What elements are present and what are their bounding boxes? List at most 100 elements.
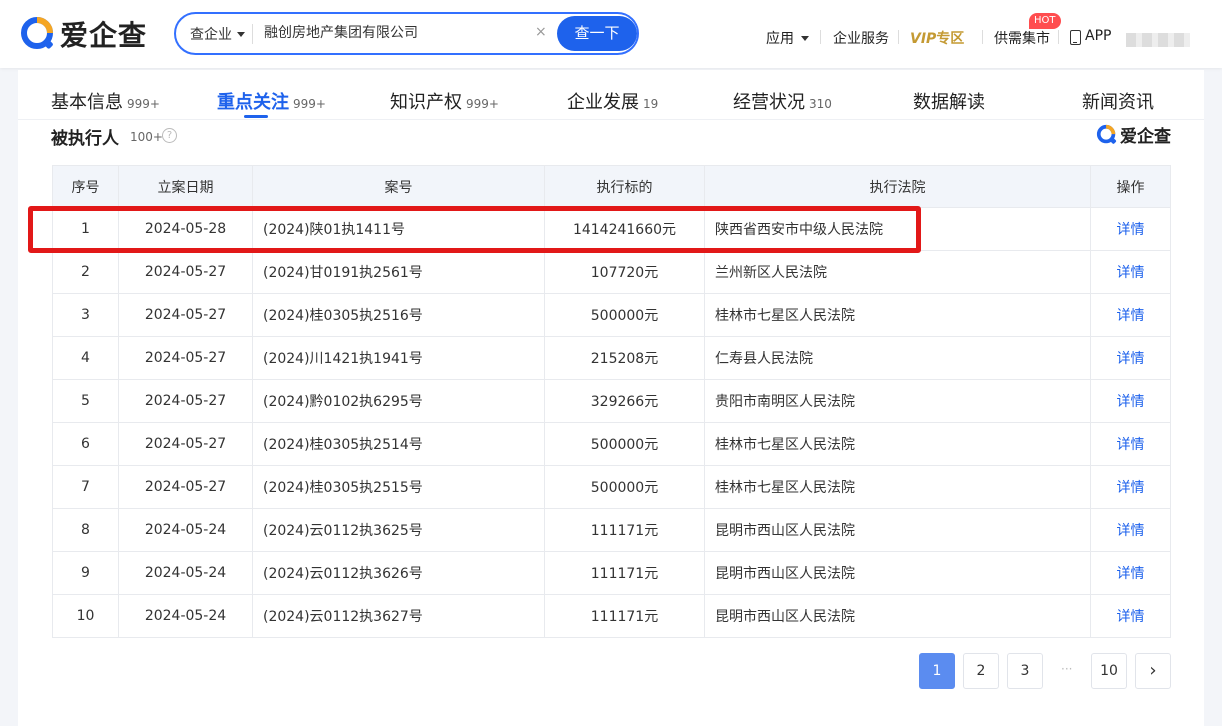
hot-badge: HOT	[1029, 13, 1061, 29]
detail-link[interactable]: 详情	[1117, 222, 1145, 238]
cell-action: 详情	[1090, 422, 1171, 466]
tab-count: 310	[809, 97, 832, 111]
nav-app[interactable]: APP	[1085, 28, 1111, 44]
cell-amount: 1414241660元	[544, 207, 705, 251]
cell-action: 详情	[1090, 379, 1171, 423]
cell-case-no: (2024)桂0305执2515号	[252, 465, 545, 509]
section-title: 被执行人	[51, 129, 119, 149]
cell-action: 详情	[1090, 293, 1171, 337]
tab-label: 知识产权	[390, 92, 462, 113]
tab-key-focus[interactable]: 重点关注 999+	[217, 88, 326, 114]
tab-label: 数据解读	[913, 92, 985, 113]
cell-index: 10	[52, 594, 119, 638]
table-row: 3 2024-05-27 (2024)桂0305执2516号 500000元 桂林市七星…	[52, 293, 1171, 337]
tab-development[interactable]: 企业发展 19	[567, 88, 658, 114]
detail-link[interactable]: 详情	[1117, 265, 1145, 281]
col-header-court: 执行法院	[704, 165, 1091, 208]
table-header-row: 序号 立案日期 案号 执行标的 执行法院 操作	[52, 165, 1171, 208]
cell-date: 2024-05-27	[118, 336, 253, 380]
search-input[interactable]	[264, 24, 524, 40]
cell-index: 6	[52, 422, 119, 466]
tab-label: 新闻资讯	[1082, 92, 1154, 113]
top-bar: 爱企查 查企业 × 查一下 应用 企业服务 VIP专区 供需集市 HOT APP	[0, 0, 1222, 68]
main-card: 基本信息 999+ 重点关注 999+ 知识产权 999+ 企业发展 19 经营状况 31…	[18, 70, 1204, 726]
table-row: 10 2024-05-24 (2024)云0112执3627号 111171元 昆明市西…	[52, 594, 1171, 638]
cell-court: 仁寿县人民法院	[704, 336, 1091, 380]
nav-vip-zone[interactable]: VIP专区	[910, 28, 964, 48]
chevron-down-icon[interactable]	[237, 32, 245, 37]
cell-action: 详情	[1090, 551, 1171, 595]
cell-amount: 500000元	[544, 422, 705, 466]
detail-link[interactable]: 详情	[1117, 609, 1145, 625]
detail-link[interactable]: 详情	[1117, 523, 1145, 539]
cell-date: 2024-05-27	[118, 293, 253, 337]
cell-case-no: (2024)云0112执3625号	[252, 508, 545, 552]
cell-court: 昆明市西山区人民法院	[704, 508, 1091, 552]
cell-court: 昆明市西山区人民法院	[704, 594, 1091, 638]
page-button-10[interactable]: 10	[1091, 653, 1127, 689]
page-button-1[interactable]: 1	[919, 653, 955, 689]
search-button[interactable]: 查一下	[557, 16, 637, 51]
detail-link[interactable]: 详情	[1117, 308, 1145, 324]
table-row: 7 2024-05-27 (2024)桂0305执2515号 500000元 桂林市七星…	[52, 465, 1171, 509]
nav-apps[interactable]: 应用	[766, 28, 794, 48]
cell-action: 详情	[1090, 207, 1171, 251]
col-header-index: 序号	[52, 165, 119, 208]
cell-court: 陕西省西安市中级人民法院	[704, 207, 1091, 251]
logo[interactable]: 爱企查	[20, 14, 147, 54]
search-divider	[252, 24, 253, 44]
chevron-down-icon[interactable]	[801, 36, 809, 41]
cell-case-no: (2024)云0112执3627号	[252, 594, 545, 638]
active-tab-indicator	[244, 115, 268, 118]
detail-link[interactable]: 详情	[1117, 351, 1145, 367]
avatar[interactable]	[1126, 33, 1190, 47]
tab-ip[interactable]: 知识产权 999+	[390, 88, 499, 114]
table-row: 6 2024-05-27 (2024)桂0305执2514号 500000元 桂林市七星…	[52, 422, 1171, 466]
tab-basic-info[interactable]: 基本信息 999+	[51, 88, 160, 114]
clear-icon[interactable]: ×	[535, 24, 547, 40]
nav-market[interactable]: 供需集市	[994, 28, 1050, 48]
tab-count: 999+	[127, 97, 160, 111]
executed-persons-table: 序号 立案日期 案号 执行标的 执行法院 操作 1 2024-05-28 (2024…	[52, 165, 1171, 638]
detail-link[interactable]: 详情	[1117, 566, 1145, 582]
nav-enterprise-service[interactable]: 企业服务	[833, 28, 889, 48]
cell-court: 桂林市七星区人民法院	[704, 293, 1091, 337]
section-count: 100+	[130, 130, 163, 144]
next-page-icon[interactable]: ›	[1135, 653, 1171, 689]
page-button-2[interactable]: 2	[963, 653, 999, 689]
cell-case-no: (2024)云0112执3626号	[252, 551, 545, 595]
cell-amount: 111171元	[544, 508, 705, 552]
cell-court: 昆明市西山区人民法院	[704, 551, 1091, 595]
cell-index: 3	[52, 293, 119, 337]
logo-icon	[21, 17, 53, 49]
cell-court: 兰州新区人民法院	[704, 250, 1091, 294]
tab-news[interactable]: 新闻资讯	[1082, 88, 1154, 114]
cell-date: 2024-05-24	[118, 594, 253, 638]
detail-link[interactable]: 详情	[1117, 480, 1145, 496]
search-type-select[interactable]: 查企业	[190, 24, 232, 44]
cell-court: 桂林市七星区人民法院	[704, 465, 1091, 509]
cell-date: 2024-05-27	[118, 379, 253, 423]
cell-action: 详情	[1090, 465, 1171, 509]
cell-index: 5	[52, 379, 119, 423]
cell-case-no: (2024)陕01执1411号	[252, 207, 545, 251]
detail-link[interactable]: 详情	[1117, 394, 1145, 410]
cell-action: 详情	[1090, 336, 1171, 380]
nav-divider	[1058, 30, 1059, 44]
tab-data-insights[interactable]: 数据解读	[913, 88, 985, 114]
detail-link[interactable]: 详情	[1117, 437, 1145, 453]
tab-bar: 基本信息 999+ 重点关注 999+ 知识产权 999+ 企业发展 19 经营状况 31…	[18, 70, 1204, 120]
cell-amount: 107720元	[544, 250, 705, 294]
cell-amount: 500000元	[544, 293, 705, 337]
cell-amount: 329266元	[544, 379, 705, 423]
cell-amount: 500000元	[544, 465, 705, 509]
col-header-case-no: 案号	[252, 165, 545, 208]
cell-court: 桂林市七星区人民法院	[704, 422, 1091, 466]
cell-date: 2024-05-27	[118, 422, 253, 466]
cell-date: 2024-05-27	[118, 250, 253, 294]
nav-divider	[898, 30, 899, 44]
phone-icon[interactable]	[1070, 30, 1081, 45]
page-button-3[interactable]: 3	[1007, 653, 1043, 689]
tab-operations[interactable]: 经营状况 310	[733, 88, 832, 114]
help-icon[interactable]: ?	[162, 128, 177, 143]
